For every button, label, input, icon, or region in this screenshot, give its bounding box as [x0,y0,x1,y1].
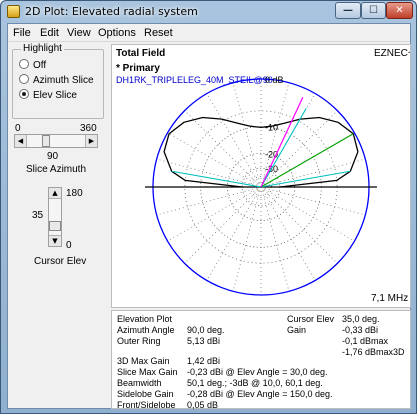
radio-azimuth-slice[interactable]: Azimuth Slice [19,74,94,87]
radio-azimuth-label: Azimuth Slice [33,75,94,86]
grid-spoke [260,186,290,292]
info-front-sidelobe-value: 0,05 dB [187,400,219,410]
brand-label: EZNEC+ [374,48,410,59]
menu-view[interactable]: View [67,27,91,39]
info-slice-max-label: Slice Max Gain [117,367,178,377]
grid-spoke [260,186,355,242]
azimuth-slider[interactable]: ◀ ▶ [14,134,98,148]
cursor-elev-slider-thumb[interactable] [49,220,61,231]
grid-spoke [260,186,316,281]
azimuth-caption: Slice Azimuth [26,164,87,175]
info-azimuth-label: Azimuth Angle [117,325,175,335]
radio-azimuth-circle[interactable] [19,74,29,84]
menu-edit[interactable]: Edit [40,27,59,39]
maximize-button[interactable]: ☐ [361,2,386,19]
info-cursor-elev-value: 35,0 deg. [342,314,380,324]
info-sidelobe-label: Sidelobe Gain [117,389,174,399]
info-beamwidth-label: Beamwidth [117,378,162,388]
polar-marks: 0 dB-10-20-30 [145,75,377,296]
polar-plot[interactable]: Total Field EZNEC+ * Primary DH1RK_TRIPL… [111,44,411,308]
info-gain-value: -0,33 dBi [342,325,379,335]
azimuth-right-arrow-icon[interactable]: ▶ [85,135,97,147]
radio-elev-slice[interactable]: Elev Slice [19,89,77,102]
half-power-line [260,108,307,188]
info-3d-max-value: 1,42 dBi [187,356,221,366]
grid-spoke [260,186,366,216]
cursor-elev-up-arrow-icon[interactable]: ▲ [49,188,61,199]
azimuth-value: 90 [47,151,59,162]
info-beamwidth-value: 50,1 deg.; -3dB @ 10,0, 60,1 deg. [187,378,323,388]
radio-off-circle[interactable] [19,59,29,69]
info-outer-ring-value: 5,13 dBi [187,336,221,346]
grid-spoke [167,186,262,242]
info-3d-max-label: 3D Max Gain [117,356,170,366]
grid-spoke [156,186,262,216]
info-cursor-elev-label: Cursor Elev [287,314,335,324]
info-gain-dbmax: -0,1 dBmax [342,336,389,346]
cursor-elev-caption: Cursor Elev [34,256,87,267]
info-gain-label: Gain [287,325,307,335]
grid-spoke [184,186,262,264]
plot-title: Total Field [116,48,165,59]
frequency-label: 7,1 MHz [371,293,408,304]
info-outer-ring-label: Outer Ring [117,336,161,346]
window-title: 2D Plot: Elevated radial system [25,5,198,18]
info-plot-kind: Elevation Plot [117,314,173,324]
azimuth-min-label: 0 [15,123,21,134]
pattern-trace [163,116,359,188]
close-button[interactable]: ✕ [386,2,413,19]
ring-label: 0 dB [265,75,284,85]
series-heading: * Primary [116,63,160,74]
radio-elev-circle[interactable] [19,89,29,99]
info-panel: Elevation Plot Azimuth Angle 90,0 deg. O… [111,310,411,410]
ring-label: -10 [265,123,278,133]
info-sidelobe-value: -0,28 dBi @ Elev Angle = 150,0 deg. [187,389,333,399]
radio-elev-label: Elev Slice [33,90,77,101]
grid-spoke [232,186,262,292]
cursor-elev-down-arrow-icon[interactable]: ▼ [49,235,61,246]
cursor-elev-value: 35 [32,210,44,221]
title-bar[interactable]: 2D Plot: Elevated radial system — ☐ ✕ [1,1,416,23]
highlight-group-title: Highlight [21,43,64,54]
client-area: File Edit View Options Reset Highlight O… [7,23,411,410]
app-icon [7,5,20,18]
grid-spoke [232,82,262,188]
info-gain-dbmax3d: -1,76 dBmax3D [342,347,405,357]
plot-window: 2D Plot: Elevated radial system — ☐ ✕ Fi… [0,0,417,414]
cursor-elev-min-label: 0 [66,240,72,251]
azimuth-slider-thumb[interactable] [42,135,50,147]
azimuth-left-arrow-icon[interactable]: ◀ [15,135,27,147]
azimuth-max-label: 360 [80,123,97,134]
highlight-group: Highlight Off Azimuth Slice Elev Slice [12,43,104,119]
cursor-elev-max-label: 180 [66,188,83,199]
grid-spoke [206,186,262,281]
minimize-button[interactable]: — [335,2,361,19]
menu-reset[interactable]: Reset [144,27,173,39]
info-slice-max-value: -0,23 dBi @ Elev Angle = 30,0 deg. [187,367,328,377]
grid-spoke [206,93,262,188]
info-front-sidelobe-label: Front/Sidelobe [117,400,176,410]
info-azimuth-value: 90,0 deg. [187,325,225,335]
polar-plot-svg: Total Field EZNEC+ * Primary DH1RK_TRIPL… [116,48,410,304]
menu-bar: File Edit View Options Reset [8,24,410,42]
radio-off-label: Off [33,60,47,71]
menu-options[interactable]: Options [98,27,136,39]
grid-spoke [260,186,338,264]
cursor-elev-slider[interactable]: ▲ ▼ [48,187,62,247]
menu-file[interactable]: File [13,27,31,39]
radio-off[interactable]: Off [19,59,46,72]
